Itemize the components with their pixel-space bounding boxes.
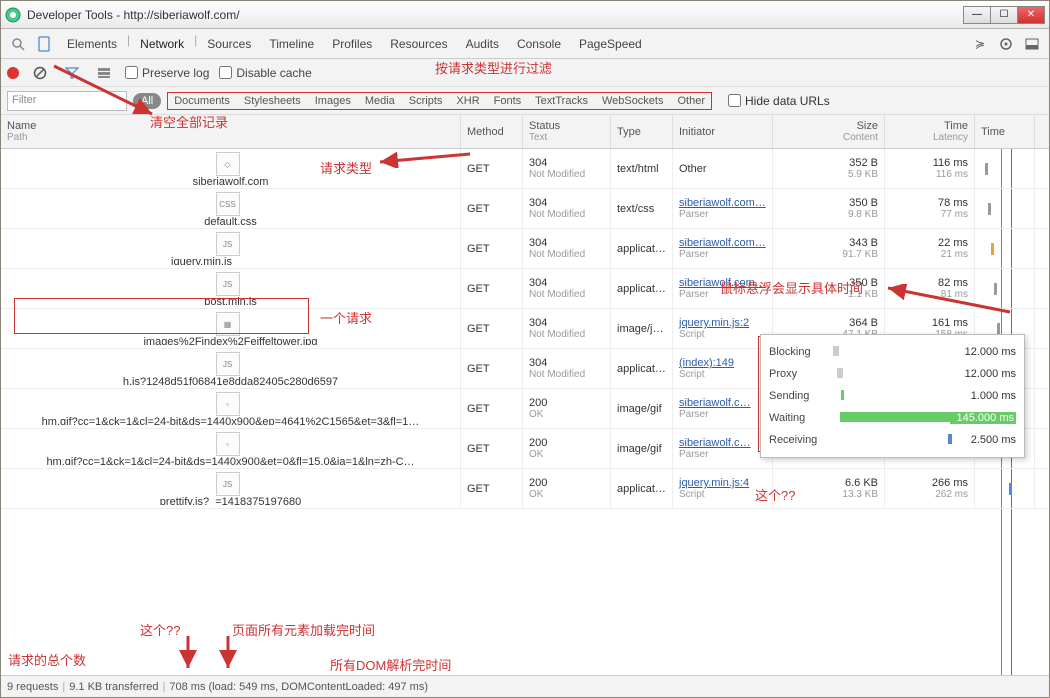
file-icon: ▫ (216, 392, 240, 416)
tab-console[interactable]: Console (509, 33, 569, 55)
tab-timeline[interactable]: Timeline (261, 33, 322, 55)
file-icon: ◇ (216, 152, 240, 176)
type-filters: Documents Stylesheets Images Media Scrip… (167, 92, 712, 110)
timing-tooltip: Blocking12.000 ms Proxy12.000 ms Sending… (760, 334, 1025, 458)
tab-pagespeed[interactable]: PageSpeed (571, 33, 650, 55)
hide-data-urls[interactable]: Hide data URLs (728, 94, 830, 108)
tab-elements[interactable]: Elements (59, 33, 125, 55)
table-row[interactable]: JSprettify.js?_=1418375197680/js/prettif… (1, 469, 1049, 509)
filter-stylesheets[interactable]: Stylesheets (244, 95, 301, 107)
tab-sources[interactable]: Sources (199, 33, 259, 55)
table-row[interactable]: JSjquery.min.jslibs.baidu.com/jquery/1.7… (1, 229, 1049, 269)
file-icon: CSS (216, 192, 240, 216)
header-type[interactable]: Type (611, 115, 673, 148)
close-button[interactable]: ✕ (1017, 6, 1045, 24)
panel-tabs: Elements| Network| Sources Timeline Prof… (59, 33, 650, 55)
filter-media[interactable]: Media (365, 95, 395, 107)
main-tabs-bar: Elements| Network| Sources Timeline Prof… (1, 29, 1049, 59)
filter-images[interactable]: Images (315, 95, 351, 107)
filter-documents[interactable]: Documents (174, 95, 230, 107)
file-icon: JS (216, 352, 240, 376)
drawer-icon[interactable]: ≽ (969, 33, 991, 55)
dock-icon[interactable] (1021, 33, 1043, 55)
file-icon: ▦ (216, 312, 240, 336)
titlebar: Developer Tools - http://siberiawolf.com… (1, 1, 1049, 29)
tab-network[interactable]: Network (132, 33, 192, 55)
record-button[interactable] (7, 67, 19, 79)
maximize-button[interactable]: ☐ (990, 6, 1018, 24)
status-transferred: 9.1 KB transferred (69, 681, 158, 693)
devtools-icon (5, 7, 21, 23)
tab-audits[interactable]: Audits (458, 33, 507, 55)
file-icon: ▫ (216, 432, 240, 456)
window-title: Developer Tools - http://siberiawolf.com… (27, 8, 964, 22)
status-timing: 708 ms (load: 549 ms, DOMContentLoaded: … (169, 681, 428, 693)
minimize-button[interactable]: — (963, 6, 991, 24)
header-time[interactable]: TimeLatency (885, 115, 975, 148)
header-initiator[interactable]: Initiator (673, 115, 773, 148)
status-bar: 9 requests| 9.1 KB transferred| 708 ms (… (1, 675, 1049, 697)
filter-texttracks[interactable]: TextTracks (535, 95, 588, 107)
file-icon: JS (216, 272, 240, 296)
status-requests: 9 requests (7, 681, 58, 693)
search-icon[interactable] (7, 33, 29, 55)
filter-xhr[interactable]: XHR (456, 95, 479, 107)
filter-scripts[interactable]: Scripts (409, 95, 443, 107)
file-icon: JS (216, 472, 240, 496)
clear-button[interactable] (29, 62, 51, 84)
header-status[interactable]: StatusText (523, 115, 611, 148)
device-icon[interactable] (33, 33, 55, 55)
header-timeline[interactable]: Time (975, 115, 1035, 148)
filter-other[interactable]: Other (678, 95, 706, 107)
settings-icon[interactable] (995, 33, 1017, 55)
table-row[interactable]: ◇siberiawolf.comGET304Not Modifiedtext/h… (1, 149, 1049, 189)
table-row[interactable]: CSSdefault.css/cssGET304Not Modifiedtext… (1, 189, 1049, 229)
tab-profiles[interactable]: Profiles (324, 33, 380, 55)
filter-fonts[interactable]: Fonts (494, 95, 522, 107)
header-size[interactable]: SizeContent (773, 115, 885, 148)
filter-websockets[interactable]: WebSockets (602, 95, 664, 107)
tab-resources[interactable]: Resources (382, 33, 455, 55)
file-icon: JS (216, 232, 240, 256)
disable-cache-checkbox[interactable]: Disable cache (219, 66, 311, 80)
